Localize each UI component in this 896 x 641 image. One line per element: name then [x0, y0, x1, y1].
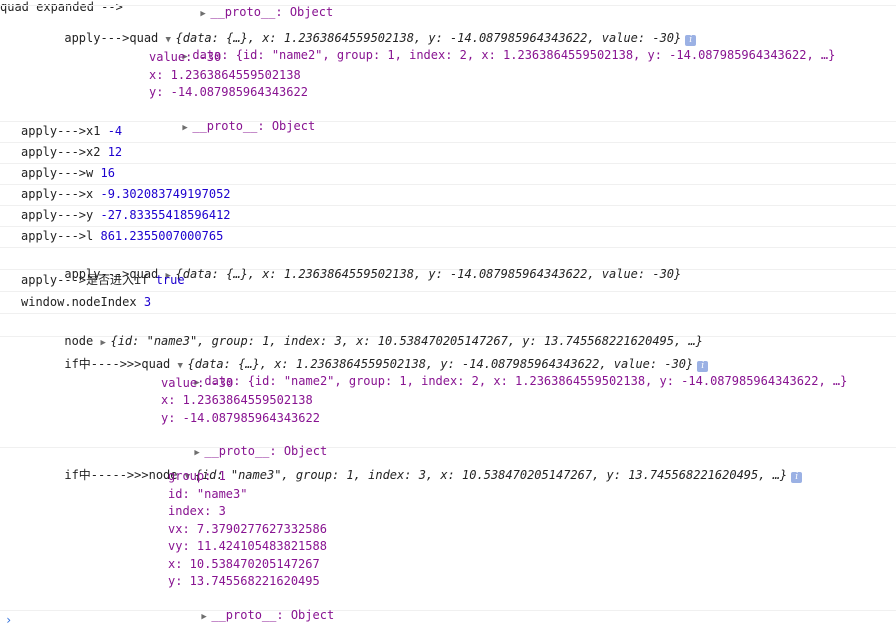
log-value: 16 — [100, 166, 115, 180]
property-y: y: 13.745568221620495 — [168, 574, 320, 588]
property-y: y: -14.087985964343622 — [161, 411, 320, 425]
log-line: window.nodeIndex 3 — [21, 295, 152, 309]
object-summary[interactable]: {id: "name3", group: 1, index: 3, x: 10.… — [195, 468, 787, 482]
console-message: apply--->w 16 — [0, 163, 896, 185]
property-value: value: -30 — [149, 50, 222, 64]
info-icon: i — [791, 472, 803, 483]
property-id: id: "name3" — [168, 487, 248, 501]
log-value: 861.2355007000765 — [100, 229, 224, 243]
log-value: 12 — [107, 145, 123, 159]
log-value: true — [155, 273, 185, 287]
log-line: apply--->y -27.83355418596412 — [21, 208, 231, 222]
log-line: if中---->>>quad ▼ {data: {…}, x: 1.2363864… — [21, 340, 709, 372]
log-line: apply--->x -9.302083749197052 — [21, 187, 231, 201]
property-x: x: 10.538470205147267 — [168, 557, 320, 571]
property-vx: vx: 7.3790277627332586 — [168, 522, 327, 536]
property-y: y: -14.087985964343622 — [149, 85, 308, 99]
property-value: value: -30 — [161, 376, 234, 390]
log-line: apply--->quad ▼ {data: {…}, x: 1.23638645… — [21, 14, 697, 46]
console-message: apply--->quad ▶ {data: {…}, x: 1.23638645… — [0, 247, 896, 281]
proto-line[interactable]: ▶ __proto__: Object — [157, 0, 333, 19]
property-data[interactable]: ▶ data: {id: "name2", group: 1, index: 2,… — [151, 357, 847, 388]
log-line: apply--->quad ▶ {data: {…}, x: 1.23638645… — [21, 250, 681, 281]
console-message: apply--->l 861.2355007000765 — [0, 226, 896, 248]
console-message: apply--->y -27.83355418596412 — [0, 205, 896, 227]
property-data[interactable]: ▶ data: {id: "name2", group: 1, index: 2,… — [139, 31, 835, 62]
console-message: node ▶ {id: "name3", group: 1, index: 3, … — [0, 313, 896, 348]
log-line: apply--->w 16 — [21, 166, 115, 180]
console-message: apply--->x -9.302083749197052 — [0, 184, 896, 206]
triangle-right-icon[interactable]: ▶ — [201, 609, 211, 625]
log-line: apply--->l 861.2355007000765 — [21, 229, 224, 243]
property-vy: vy: 11.424105483821588 — [168, 539, 327, 553]
property-proto[interactable]: ▶ __proto__: Object — [158, 591, 334, 622]
log-value: 3 — [143, 295, 152, 309]
log-line: if中----->>>node ▼ {id: "name3", group: 1,… — [21, 451, 803, 483]
console-message: window.nodeIndex 3 — [0, 291, 896, 314]
log-value: -9.302083749197052 — [100, 187, 231, 201]
property-proto[interactable]: ▶ __proto__: Object — [139, 102, 315, 133]
console-message: if中----->>>node ▼ {id: "name3", group: 1,… — [0, 447, 896, 622]
log-line: apply--->x2 12 — [21, 145, 123, 159]
property-index: index: 3 — [168, 504, 226, 518]
log-line: apply--->x1 -4 — [21, 124, 123, 138]
property-x: x: 1.2363864559502138 — [161, 393, 313, 407]
console-message: apply--->x2 12 — [0, 142, 896, 164]
log-line: node ▶ {id: "name3", group: 1, index: 3, … — [21, 317, 703, 348]
console-message: if中---->>>quad ▼ {data: {…}, x: 1.2363864… — [0, 336, 896, 458]
log-value: -4 — [107, 124, 123, 138]
console-message: apply--->x1 -4 — [0, 121, 896, 143]
console-message: apply--->quad ▼ {data: {…}, x: 1.23638645… — [0, 11, 896, 133]
property-x: x: 1.2363864559502138 — [149, 68, 301, 82]
log-line: apply--->是否进入if true — [21, 273, 185, 287]
log-value: -27.83355418596412 — [100, 208, 231, 222]
devtools-console: ▶ __proto__: Object quad expanded --> app… — [0, 0, 896, 627]
console-message-top: ▶ __proto__: Object — [0, 0, 896, 19]
property-proto[interactable]: ▶ __proto__: Object — [151, 427, 327, 458]
property-group: group: 1 — [168, 469, 226, 483]
console-message: apply--->是否进入if true — [0, 269, 896, 292]
console-prompt[interactable]: › — [5, 613, 12, 627]
